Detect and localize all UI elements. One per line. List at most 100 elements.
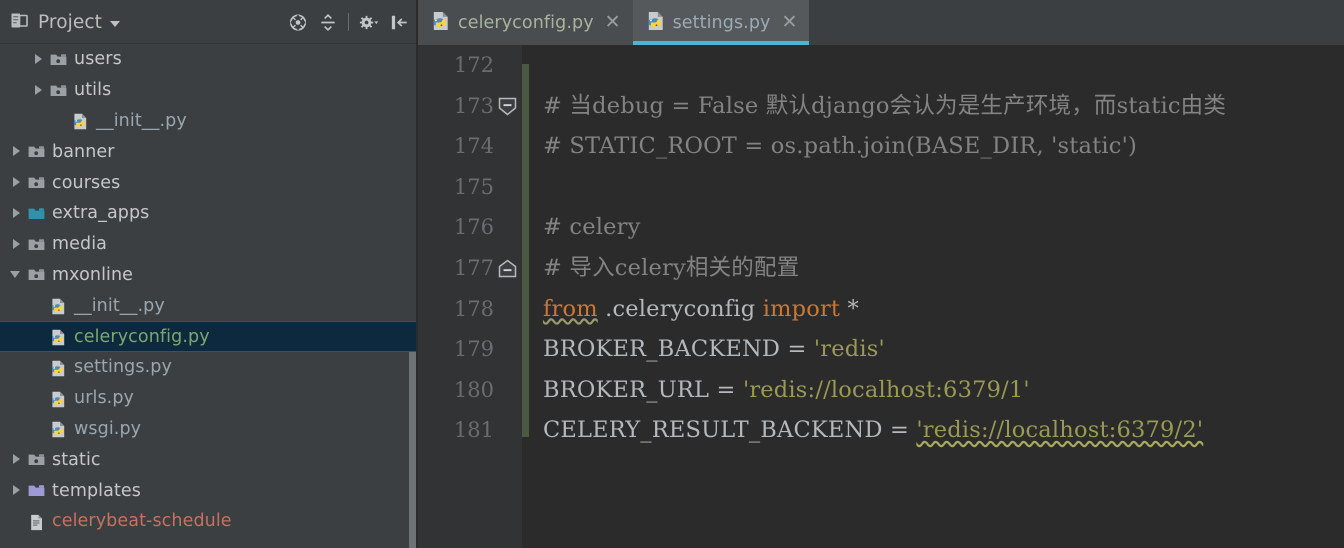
tab-bar-empty-area — [809, 0, 1344, 45]
python-file-icon — [50, 298, 67, 315]
tree-collapse-arrow-icon[interactable] — [32, 53, 45, 66]
tree-row-static[interactable]: static — [0, 444, 418, 475]
code-line[interactable]: # 当debug = False 默认django会认为是生产环境，而stati… — [543, 86, 1344, 127]
chevron-down-icon[interactable] — [110, 20, 120, 27]
tree-row-media[interactable]: media — [0, 229, 418, 260]
python-file-icon — [646, 11, 666, 35]
code-line[interactable]: BROKER_URL = 'redis://localhost:6379/1' — [543, 370, 1344, 411]
tree-row-mxonline[interactable]: mxonline — [0, 260, 418, 291]
code-token: 'redis' — [813, 336, 885, 363]
tree-row-settings-py[interactable]: settings.py — [0, 352, 418, 383]
fold-expand-icon[interactable] — [498, 259, 517, 278]
project-title-group[interactable]: Project — [9, 10, 120, 35]
close-icon[interactable]: ✕ — [605, 13, 621, 32]
tree-row-courses[interactable]: courses — [0, 167, 418, 198]
toolbar-separator — [348, 13, 349, 31]
code-line[interactable]: BROKER_BACKEND = 'redis' — [543, 329, 1344, 370]
tree-row--init-py[interactable]: __init__.py — [0, 106, 418, 137]
editor-tab-settings-py[interactable]: settings.py ✕ — [632, 0, 810, 45]
tree-collapse-arrow-icon[interactable] — [10, 145, 23, 158]
python-file-icon — [50, 391, 67, 407]
project-window-icon — [9, 10, 30, 35]
folder-icon — [28, 175, 45, 190]
tree-collapse-arrow-icon[interactable] — [10, 453, 23, 466]
project-panel-title: Project — [38, 11, 102, 33]
tree-row-wsgi-py[interactable]: wsgi.py — [0, 414, 418, 445]
line-number: 180 — [453, 377, 494, 402]
tree-item-label: extra_apps — [52, 203, 150, 224]
tree-item-label: __init__.py — [96, 110, 187, 131]
line-number-column: 172 173 174 175 176 177 178 179 180 181 — [418, 45, 494, 451]
tree-item-label: celerybeat-schedule — [52, 511, 232, 532]
code-line[interactable]: CELERY_RESULT_BACKEND = 'redis://localho… — [543, 410, 1344, 451]
pycharm-window: Project users utils __init__.py banner c… — [0, 0, 1344, 548]
tree-item-label: banner — [52, 141, 115, 162]
tree-item-label: utils — [74, 80, 112, 101]
close-icon[interactable]: ✕ — [782, 13, 798, 32]
code-token: 'redis://localhost:6379/2' — [916, 417, 1204, 444]
hide-panel-icon[interactable] — [389, 12, 409, 32]
code-editor[interactable]: 172 173 174 175 176 177 178 179 180 181 # 当debug … — [418, 45, 1344, 548]
project-panel-toolbar — [288, 12, 418, 32]
tree-row-celerybeat-schedule[interactable]: celerybeat-schedule — [0, 506, 418, 537]
code-line[interactable]: # STATIC_ROOT = os.path.join(BASE_DIR, '… — [543, 126, 1344, 167]
locate-target-icon[interactable] — [288, 12, 308, 32]
tree-arrow-spacer — [32, 392, 45, 405]
tree-item-label: templates — [52, 480, 142, 501]
code-line[interactable]: from .celeryconfig import * — [543, 289, 1344, 330]
gear-settings-icon[interactable] — [359, 12, 379, 32]
python-file-icon — [50, 421, 67, 438]
folder-icon — [28, 237, 45, 252]
tree-row-banner[interactable]: banner — [0, 136, 418, 167]
folder-icon — [28, 452, 45, 467]
editor-tab-celeryconfig-py[interactable]: celeryconfig.py ✕ — [418, 0, 633, 45]
tree-row--init-py[interactable]: __init__.py — [0, 290, 418, 321]
tree-arrow-spacer — [32, 299, 45, 312]
tree-collapse-arrow-icon[interactable] — [10, 207, 23, 220]
line-number: 176 — [453, 215, 494, 240]
tree-arrow-spacer — [32, 330, 45, 343]
tree-item-label: courses — [52, 172, 121, 193]
code-token: # 导入celery相关的配置 — [543, 254, 800, 281]
tree-item-label: static — [52, 449, 101, 470]
code-line[interactable]: # 导入celery相关的配置 — [543, 248, 1344, 289]
tree-item-label: urls.py — [74, 388, 134, 409]
python-file-icon — [50, 360, 67, 377]
python-file-icon — [72, 113, 89, 130]
editor-gutter[interactable]: 172 173 174 175 176 177 178 179 180 181 — [418, 45, 522, 548]
tree-row-extra-apps[interactable]: extra_apps — [0, 198, 418, 229]
fold-collapse-icon[interactable] — [498, 97, 517, 116]
tree-row-users[interactable]: users — [0, 44, 418, 75]
folder-icon — [28, 267, 45, 282]
line-number: 179 — [453, 337, 494, 362]
tree-arrow-spacer — [32, 422, 45, 435]
vcs-change-marker[interactable] — [522, 64, 529, 437]
tree-item-label: celeryconfig.py — [74, 326, 210, 347]
folder-icon — [28, 144, 45, 159]
project-file-tree[interactable]: users utils __init__.py banner courses extra_… — [0, 44, 418, 548]
tree-collapse-arrow-icon[interactable] — [10, 484, 23, 497]
code-line[interactable]: # celery — [543, 207, 1344, 248]
collapse-all-icon[interactable] — [318, 12, 338, 32]
line-number: 178 — [453, 296, 494, 321]
tree-arrow-spacer — [54, 114, 67, 127]
code-line[interactable] — [543, 167, 1344, 208]
tree-row-urls-py[interactable]: urls.py — [0, 383, 418, 414]
tree-item-label: settings.py — [74, 357, 172, 378]
tree-expand-arrow-icon[interactable] — [10, 268, 23, 281]
tree-item-label: __init__.py — [74, 295, 165, 316]
tree-arrow-spacer — [32, 361, 45, 374]
code-line[interactable] — [543, 45, 1344, 86]
code-token: # STATIC_ROOT = os.path.join(BASE_DIR, '… — [543, 133, 1137, 160]
tree-item-label: mxonline — [52, 264, 134, 285]
tree-collapse-arrow-icon[interactable] — [10, 176, 23, 189]
tree-collapse-arrow-icon[interactable] — [10, 238, 23, 251]
tree-row-utils[interactable]: utils — [0, 75, 418, 106]
code-token: 'redis://localhost:6379/1' — [742, 376, 1030, 403]
line-number: 177 — [453, 255, 494, 280]
tree-row-templates[interactable]: templates — [0, 475, 418, 506]
tree-row-celeryconfig-py[interactable]: celeryconfig.py — [0, 321, 418, 352]
tree-arrow-spacer — [10, 515, 23, 528]
tree-collapse-arrow-icon[interactable] — [32, 84, 45, 97]
code-text-area[interactable]: # 当debug = False 默认django会认为是生产环境，而stati… — [522, 45, 1344, 548]
